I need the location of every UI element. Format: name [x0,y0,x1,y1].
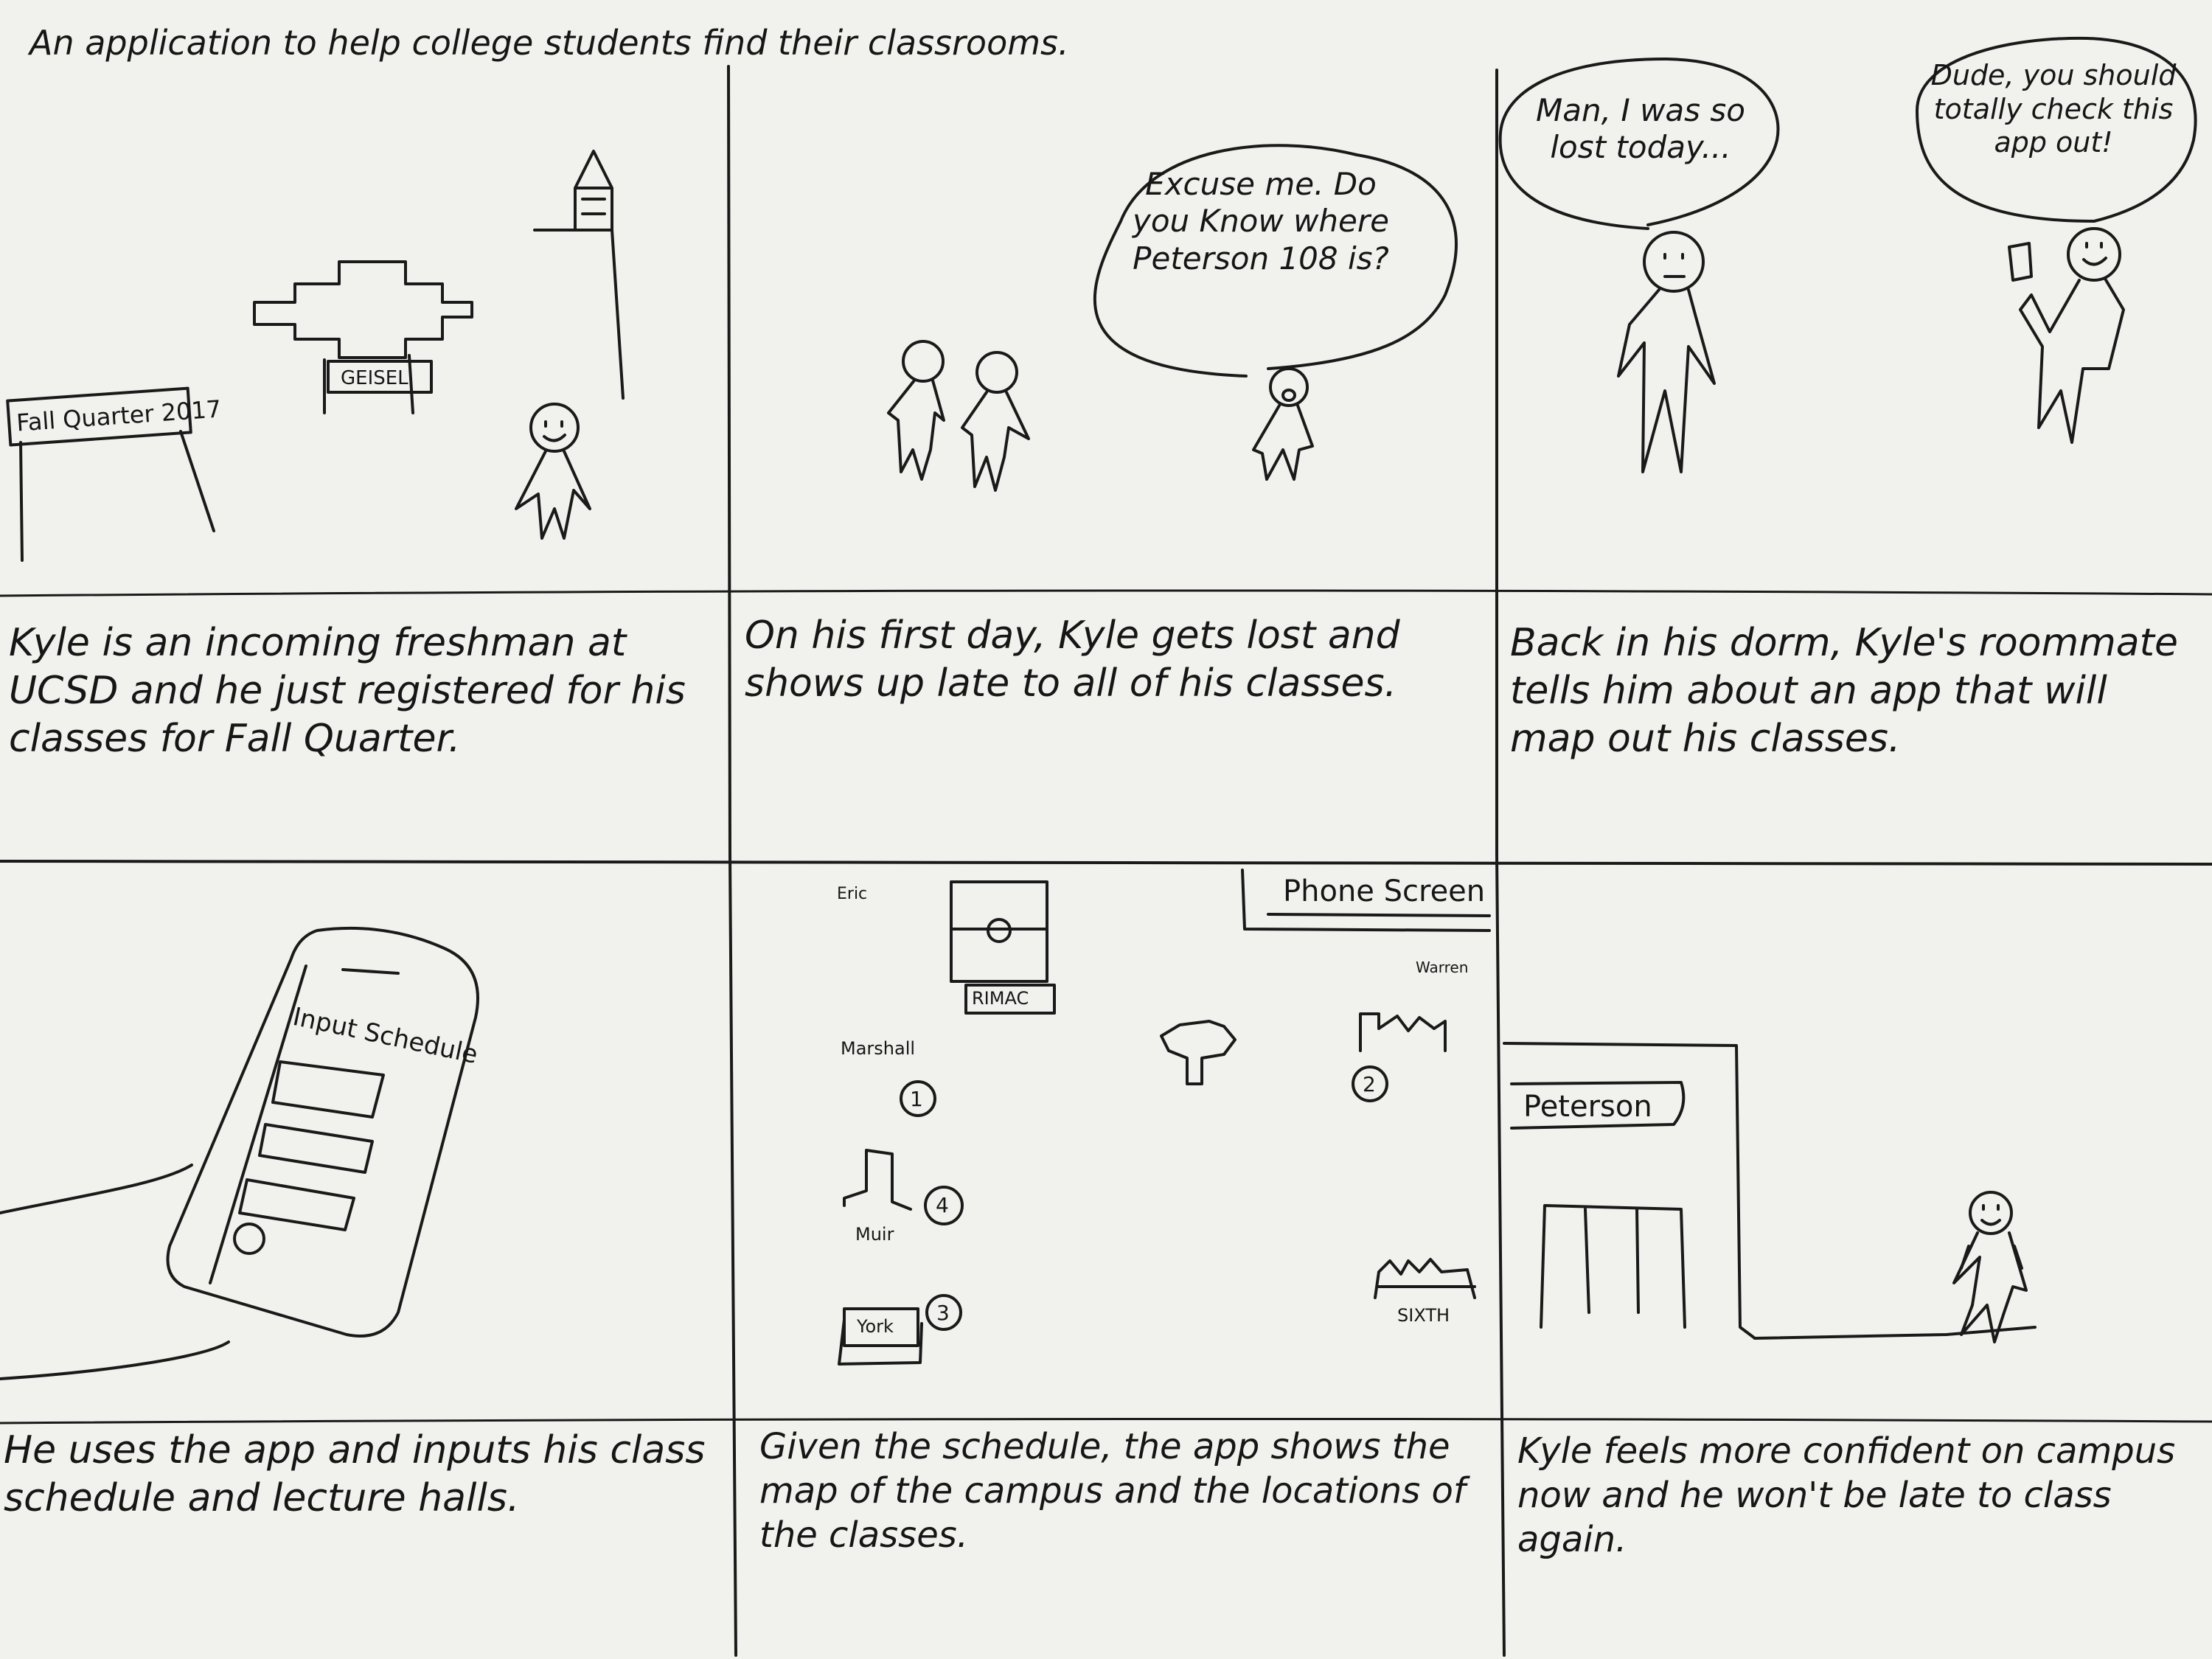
panel-3-speech-bubble-left: Man, I was so lost today... [1536,92,1745,166]
panel-4-illustration [0,926,479,1380]
panel-1-illustration [6,150,625,562]
warren-label: Warren [1416,959,1469,976]
panel-3-caption: Back in his dorm, Kyle's roommate tells … [1510,621,2179,761]
panel-3-speech-bubble-right: Dude, you should totally check this app … [1930,59,2177,159]
sixth-label: SIXTH [1397,1305,1450,1326]
panel-2-speech-bubble: Excuse me. Do you Know where Peterson 10… [1133,166,1389,276]
class-marker-2: 2 [1363,1072,1376,1096]
class-marker-4: 4 [936,1193,949,1217]
class-marker-3: 3 [936,1301,950,1325]
panel-5-illustration [838,869,1491,1366]
panel-6-illustration [1503,1042,2037,1343]
geisel-sign-label: GEISEL [341,367,408,389]
panel-1-caption: Kyle is an incoming freshman at UCSD and… [9,621,686,761]
rimac-label: RIMAC [972,988,1029,1009]
class-marker-1: 1 [910,1087,923,1111]
panel-divider [0,1417,2212,1425]
panel-6-caption: Kyle feels more confident on campus now … [1517,1430,2176,1560]
panel-4-caption: He uses the app and inputs his class sch… [4,1428,706,1520]
storyboard-sketch [0,36,2212,1657]
page-title: An application to help college students … [29,23,1069,63]
phone-screen-label: Phone Screen [1283,874,1486,908]
muir-label: Muir [855,1224,894,1245]
marshall-label: Marshall [841,1038,916,1059]
york-label: York [857,1316,894,1337]
panel-divider [0,860,2212,866]
peterson-building-label: Peterson [1523,1090,1652,1124]
eric-label: Eric [837,885,868,903]
panel-5-caption: Given the schedule, the app shows the ma… [759,1426,1466,1556]
panel-divider [0,589,2212,597]
panel-2-caption: On his first day, Kyle gets lost and sho… [745,613,1400,706]
